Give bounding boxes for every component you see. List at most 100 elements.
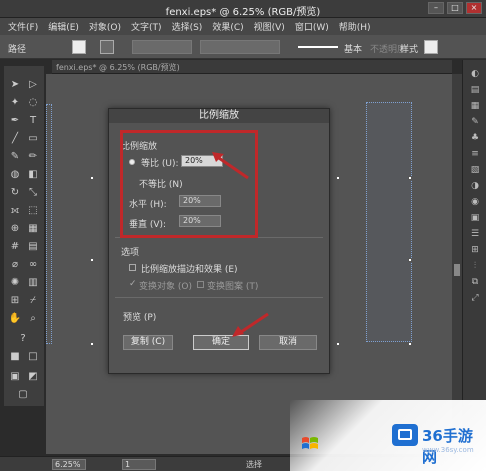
- line-tool-icon[interactable]: ╱: [8, 132, 22, 146]
- blend-tool-icon[interactable]: ∞: [26, 258, 40, 272]
- window-title: fenxi.eps* @ 6.25% (RGB/预览): [165, 7, 321, 18]
- gradient-panel-icon[interactable]: ▧: [468, 164, 482, 176]
- pen-tool-icon[interactable]: ✒: [8, 114, 22, 128]
- appearance-panel-icon[interactable]: ◉: [468, 196, 482, 208]
- control-bar: 路径 基本 不透明度 样式: [0, 35, 486, 59]
- symbols-panel-icon[interactable]: ♣: [468, 132, 482, 144]
- stroke-style-label[interactable]: 基本: [344, 42, 362, 55]
- minimize-icon[interactable]: –: [428, 2, 444, 14]
- fill-color-icon[interactable]: ■: [8, 350, 22, 364]
- transform-patterns-checkbox[interactable]: [197, 281, 204, 288]
- color-panel-icon[interactable]: ◐: [468, 68, 482, 80]
- brand-logo-icon: [392, 424, 418, 446]
- tools-panel: ➤ ▷ ✦ ◌ ✒ T ╱ ▭ ✎ ✏ ◍ ◧ ↻ ⤡ ⟗ ⬚ ⊕ ▦ # ▤ …: [4, 66, 44, 406]
- preview-label[interactable]: 预览 (P): [123, 310, 156, 323]
- menu-effect[interactable]: 效果(C): [212, 20, 243, 33]
- menu-type[interactable]: 文字(T): [131, 20, 162, 33]
- menu-file[interactable]: 文件(F): [8, 20, 38, 33]
- gradient-mode-icon[interactable]: ◩: [26, 370, 40, 384]
- close-icon[interactable]: ×: [466, 2, 482, 14]
- artboard-right[interactable]: [366, 102, 412, 342]
- perspective-grid-tool-icon[interactable]: ▦: [26, 222, 40, 236]
- menu-select[interactable]: 选择(S): [172, 20, 203, 33]
- scale-strokes-label: 比例缩放描边和效果 (E): [141, 265, 238, 275]
- gradient-tool-icon[interactable]: ▤: [26, 240, 40, 254]
- stroke-weight-field[interactable]: [132, 40, 192, 54]
- document-tab[interactable]: fenxi.eps* @ 6.25% (RGB/预览): [56, 62, 180, 73]
- artboards-panel-icon[interactable]: ⊞: [468, 244, 482, 256]
- transform-objects-label: 变换对象 (O): [139, 282, 192, 292]
- transform-panel-icon[interactable]: ⤢: [468, 292, 482, 304]
- title-bar: fenxi.eps* @ 6.25% (RGB/预览) – □ ×: [0, 0, 486, 18]
- type-tool-icon[interactable]: T: [26, 114, 40, 128]
- stroke-swatch[interactable]: [100, 40, 114, 54]
- rotate-tool-icon[interactable]: ↻: [8, 186, 22, 200]
- zoom-tool-icon[interactable]: ⌕: [26, 312, 40, 326]
- eraser-tool-icon[interactable]: ◧: [26, 168, 40, 182]
- selection-handle[interactable]: [408, 342, 412, 346]
- menu-edit[interactable]: 编辑(E): [48, 20, 79, 33]
- graphic-style-swatch[interactable]: [424, 40, 438, 54]
- selection-handle[interactable]: [408, 176, 412, 180]
- width-tool-icon[interactable]: ⟗: [8, 204, 22, 218]
- selection-tool-icon[interactable]: ➤: [8, 78, 22, 92]
- transform-objects-check-icon[interactable]: ✓: [129, 279, 137, 289]
- free-transform-tool-icon[interactable]: ⬚: [26, 204, 40, 218]
- lasso-tool-icon[interactable]: ◌: [26, 96, 40, 110]
- copy-button[interactable]: 复制 (C): [123, 335, 173, 350]
- brushes-panel-icon[interactable]: ✎: [468, 116, 482, 128]
- paintbrush-tool-icon[interactable]: ✎: [8, 150, 22, 164]
- stroke-color-icon[interactable]: □: [26, 350, 40, 364]
- screen-mode-icon[interactable]: ▢: [16, 388, 30, 402]
- align-panel-icon[interactable]: ⫶: [468, 260, 482, 272]
- layers-panel-icon[interactable]: ☰: [468, 228, 482, 240]
- panel-dock: ◐ ▤ ▦ ✎ ♣ ≡ ▧ ◑ ◉ ▣ ☰ ⊞ ⫶ ⧉ ⤢: [462, 60, 486, 405]
- variable-width-field[interactable]: [200, 40, 280, 54]
- scale-tool-icon[interactable]: ⤡: [26, 186, 40, 200]
- blob-brush-tool-icon[interactable]: ◍: [8, 168, 22, 182]
- hand-tool-icon[interactable]: ✋: [8, 312, 22, 326]
- artboard-navigation-field[interactable]: 1: [122, 459, 156, 470]
- graphic-styles-panel-icon[interactable]: ▣: [468, 212, 482, 224]
- color-mode-icon[interactable]: ▣: [8, 370, 22, 384]
- pencil-tool-icon[interactable]: ✏: [26, 150, 40, 164]
- menu-view[interactable]: 视图(V): [254, 20, 285, 33]
- style-label: 样式: [400, 45, 419, 55]
- selection-handle[interactable]: [90, 176, 94, 180]
- symbol-sprayer-tool-icon[interactable]: ✺: [8, 276, 22, 290]
- eyedropper-tool-icon[interactable]: ⌀: [8, 258, 22, 272]
- direct-selection-tool-icon[interactable]: ▷: [26, 78, 40, 92]
- selection-handle[interactable]: [90, 342, 94, 346]
- selection-handle[interactable]: [336, 176, 340, 180]
- shape-builder-tool-icon[interactable]: ⊕: [8, 222, 22, 236]
- help-icon[interactable]: ?: [16, 332, 30, 346]
- menu-help[interactable]: 帮助(H): [339, 20, 371, 33]
- annotation-arrow-icon: [232, 312, 269, 337]
- stroke-panel-icon[interactable]: ≡: [468, 148, 482, 160]
- artboard-tool-icon[interactable]: ⊞: [8, 294, 22, 308]
- dialog-title: 比例缩放: [109, 109, 329, 123]
- scrollbar-thumb[interactable]: [454, 264, 460, 276]
- menu-window[interactable]: 窗口(W): [295, 20, 329, 33]
- color-guide-icon[interactable]: ▤: [468, 84, 482, 96]
- slice-tool-icon[interactable]: ⌿: [26, 294, 40, 308]
- path-label: 路径: [8, 45, 27, 55]
- mesh-tool-icon[interactable]: #: [8, 240, 22, 254]
- selection-handle[interactable]: [336, 342, 340, 346]
- swatches-panel-icon[interactable]: ▦: [468, 100, 482, 112]
- pathfinder-panel-icon[interactable]: ⧉: [468, 276, 482, 288]
- maximize-icon[interactable]: □: [447, 2, 463, 14]
- menu-object[interactable]: 对象(O): [89, 20, 121, 33]
- zoom-level-field[interactable]: 6.25%: [52, 459, 86, 470]
- vertical-scrollbar[interactable]: [452, 74, 462, 454]
- magic-wand-tool-icon[interactable]: ✦: [8, 96, 22, 110]
- rectangle-tool-icon[interactable]: ▭: [26, 132, 40, 146]
- column-graph-tool-icon[interactable]: ▥: [26, 276, 40, 290]
- selection-handle[interactable]: [90, 258, 94, 262]
- selection-handle[interactable]: [408, 258, 412, 262]
- scale-strokes-checkbox[interactable]: [129, 264, 136, 271]
- document-tab-bar: fenxi.eps* @ 6.25% (RGB/预览): [52, 60, 452, 74]
- fill-swatch[interactable]: [72, 40, 86, 54]
- options-label: 选项: [121, 248, 140, 258]
- transparency-panel-icon[interactable]: ◑: [468, 180, 482, 192]
